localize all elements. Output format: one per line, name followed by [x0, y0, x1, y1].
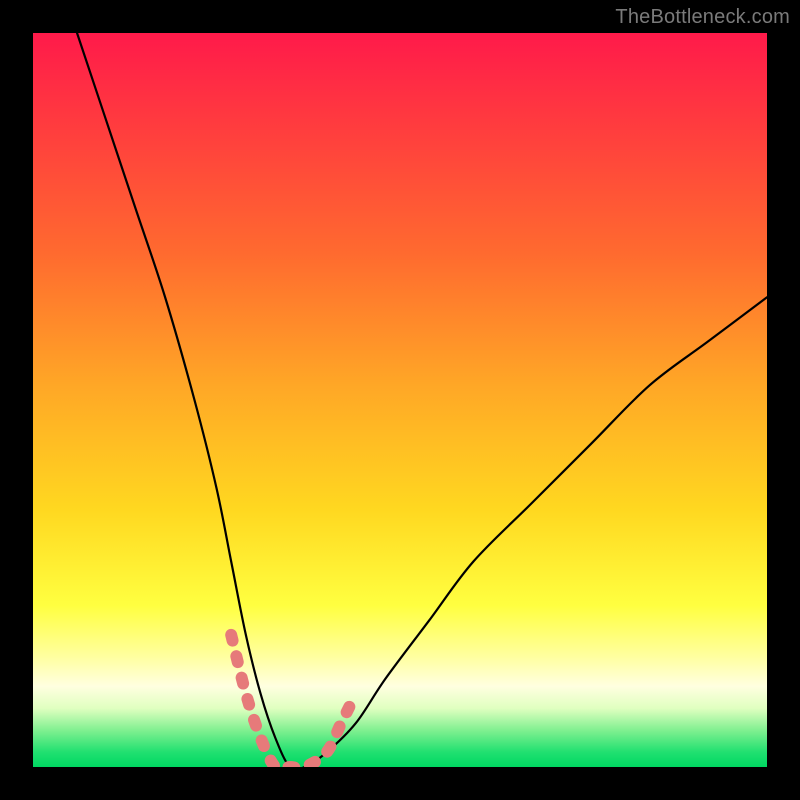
plot-area	[33, 33, 767, 767]
chart-frame: TheBottleneck.com	[0, 0, 800, 800]
bottleneck-curve	[77, 33, 767, 767]
curves-svg	[33, 33, 767, 767]
watermark-text: TheBottleneck.com	[615, 6, 790, 29]
